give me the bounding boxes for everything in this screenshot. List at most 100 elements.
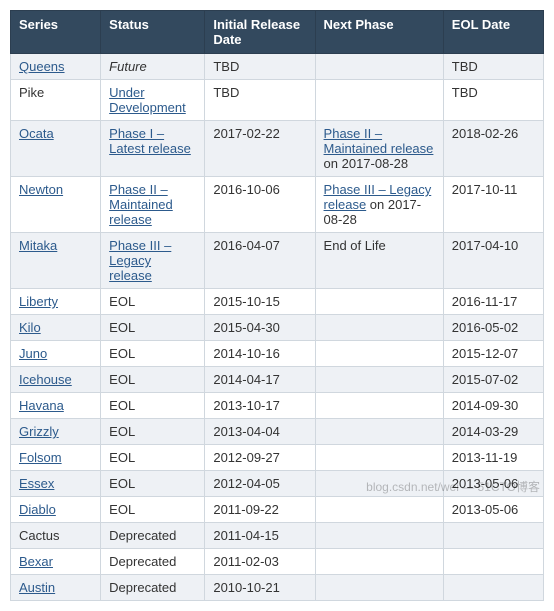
series-link[interactable]: Bexar — [19, 554, 53, 569]
status-link[interactable]: Phase II – Maintained release — [109, 182, 173, 227]
series-link[interactable]: Ocata — [19, 126, 54, 141]
table-row: Icehouse EOL 2014-04-17 2015-07-02 — [11, 367, 544, 393]
cell-eol-date: 2013-05-06 — [443, 471, 543, 497]
next-phase-link[interactable]: Phase II – Maintained release — [324, 126, 434, 156]
cell-series: Liberty — [11, 289, 101, 315]
cell-next-phase — [315, 393, 443, 419]
cell-eol-date: 2015-07-02 — [443, 367, 543, 393]
series-link[interactable]: Kilo — [19, 320, 41, 335]
status-text: EOL — [109, 372, 135, 387]
cell-status: EOL — [101, 341, 205, 367]
cell-status: EOL — [101, 289, 205, 315]
status-text: EOL — [109, 502, 135, 517]
cell-next-phase — [315, 549, 443, 575]
cell-eol-date: TBD — [443, 54, 543, 80]
status-text: Deprecated — [109, 580, 176, 595]
cell-initial-release: 2015-04-30 — [205, 315, 315, 341]
cell-next-phase: Phase III – Legacy release on 2017-08-28 — [315, 177, 443, 233]
cell-series: Austin — [11, 575, 101, 601]
series-link[interactable]: Folsom — [19, 450, 62, 465]
series-link[interactable]: Liberty — [19, 294, 58, 309]
cell-series: Cactus — [11, 523, 101, 549]
cell-initial-release: 2013-04-04 — [205, 419, 315, 445]
cell-initial-release: 2014-04-17 — [205, 367, 315, 393]
cell-series: Pike — [11, 80, 101, 121]
next-phase-text: End of Life — [324, 238, 386, 253]
cell-status: Phase III – Legacy release — [101, 233, 205, 289]
cell-series: Havana — [11, 393, 101, 419]
cell-series: Mitaka — [11, 233, 101, 289]
cell-status: EOL — [101, 419, 205, 445]
table-row: JunoEOL2014-10-162015-12-07 — [11, 341, 544, 367]
series-link[interactable]: Queens — [19, 59, 65, 74]
cell-initial-release: 2010-10-21 — [205, 575, 315, 601]
cell-initial-release: TBD — [205, 80, 315, 121]
cell-initial-release: 2012-09-27 — [205, 445, 315, 471]
cell-status: EOL — [101, 497, 205, 523]
series-text: Pike — [19, 85, 44, 100]
table-row: Grizzly EOL 2013-04-04 2014-03-29 — [11, 419, 544, 445]
cell-next-phase — [315, 523, 443, 549]
series-link[interactable]: Mitaka — [19, 238, 57, 253]
cell-series: Diablo — [11, 497, 101, 523]
cell-series: Essex — [11, 471, 101, 497]
cell-series: Newton — [11, 177, 101, 233]
cell-series: Juno — [11, 341, 101, 367]
cell-series: Grizzly — [11, 419, 101, 445]
table-row: BexarDeprecated2011-02-03 — [11, 549, 544, 575]
series-link[interactable]: Newton — [19, 182, 63, 197]
cell-initial-release: 2014-10-16 — [205, 341, 315, 367]
table-row: Queens Future TBD TBD — [11, 54, 544, 80]
header-eol-date: EOL Date — [443, 11, 543, 54]
series-link[interactable]: Grizzly — [19, 424, 59, 439]
cell-status: Deprecated — [101, 523, 205, 549]
header-series: Series — [11, 11, 101, 54]
cell-eol-date: 2014-09-30 — [443, 393, 543, 419]
cell-series: Folsom — [11, 445, 101, 471]
status-link[interactable]: Phase III – Legacy release — [109, 238, 171, 283]
status-text: EOL — [109, 476, 135, 491]
cell-status: Phase I – Latest release — [101, 121, 205, 177]
status-link[interactable]: Under Development — [109, 85, 186, 115]
status-text: EOL — [109, 294, 135, 309]
cell-eol-date: 2016-11-17 — [443, 289, 543, 315]
cell-status: Under Development — [101, 80, 205, 121]
series-link[interactable]: Essex — [19, 476, 54, 491]
cell-next-phase — [315, 367, 443, 393]
cell-eol-date: 2016-05-02 — [443, 315, 543, 341]
series-link[interactable]: Austin — [19, 580, 55, 595]
status-text: Future — [109, 59, 147, 74]
series-text: Cactus — [19, 528, 59, 543]
status-text: EOL — [109, 320, 135, 335]
status-text: EOL — [109, 346, 135, 361]
cell-status: Future — [101, 54, 205, 80]
cell-next-phase — [315, 471, 443, 497]
cell-next-phase — [315, 341, 443, 367]
cell-initial-release: 2013-10-17 — [205, 393, 315, 419]
cell-eol-date: 2014-03-29 — [443, 419, 543, 445]
series-link[interactable]: Juno — [19, 346, 47, 361]
status-link[interactable]: Phase I – Latest release — [109, 126, 191, 156]
cell-next-phase — [315, 497, 443, 523]
status-text: EOL — [109, 424, 135, 439]
table-row: Kilo EOL 2015-04-30 2016-05-02 — [11, 315, 544, 341]
series-link[interactable]: Havana — [19, 398, 64, 413]
series-link[interactable]: Icehouse — [19, 372, 72, 387]
cell-initial-release: 2015-10-15 — [205, 289, 315, 315]
cell-status: EOL — [101, 367, 205, 393]
status-text: Deprecated — [109, 554, 176, 569]
table-row: CactusDeprecated2011-04-15 — [11, 523, 544, 549]
cell-next-phase — [315, 419, 443, 445]
cell-next-phase — [315, 575, 443, 601]
cell-initial-release: TBD — [205, 54, 315, 80]
status-text: EOL — [109, 450, 135, 465]
series-link[interactable]: Diablo — [19, 502, 56, 517]
cell-status: EOL — [101, 315, 205, 341]
cell-status: EOL — [101, 445, 205, 471]
release-table: Series Status Initial Release Date Next … — [10, 10, 544, 601]
cell-eol-date: 2018-02-26 — [443, 121, 543, 177]
table-row: PikeUnder DevelopmentTBDTBD — [11, 80, 544, 121]
cell-next-phase — [315, 289, 443, 315]
table-row: HavanaEOL2013-10-172014-09-30 — [11, 393, 544, 419]
cell-eol-date: 2013-11-19 — [443, 445, 543, 471]
